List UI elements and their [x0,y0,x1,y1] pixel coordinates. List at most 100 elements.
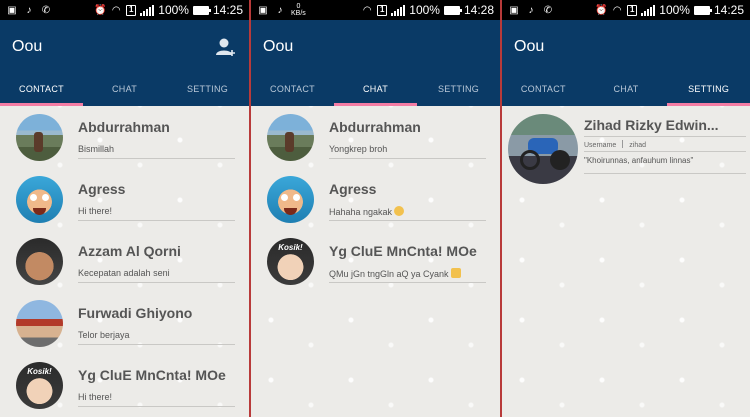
emoji-icon [450,268,461,278]
profile-username: Username zihad [584,140,646,149]
contact-name: Furwadi Ghiyono [78,305,193,321]
list-item[interactable]: Abdurrahman Bismillah [0,106,249,168]
signal-icon [140,4,155,16]
status-bar: ▣ ♪ 0 KB/s ◠ 1 100% 14:28 [251,0,500,20]
contact-status: Kecepatan adalah seni [78,268,170,278]
tab-contact[interactable]: CONTACT [251,72,334,106]
app-title: Oou [263,38,294,55]
app-title: Oou [12,38,43,55]
divider [329,158,486,159]
profile-avatar[interactable] [508,114,578,184]
music-note-icon: ♪ [26,4,32,16]
profile-bio[interactable]: "Khoirunnas, anfauhum linnas" [584,156,693,165]
divider [78,406,235,407]
wifi-icon: ◠ [111,4,121,16]
signal-icon [641,4,656,16]
music-note-icon: ♪ [277,4,283,16]
contact-list: Abdurrahman Bismillah Agress Hi there! A… [0,106,249,416]
app-title: Oou [514,38,545,55]
profile-name[interactable]: Zihad Rizky Edwin... [584,117,734,133]
divider [329,220,486,221]
screen-contact: ▣ ♪ ✆ ⏰ ◠ 1 100% 14:25 Oou CONTACT CHAT … [0,0,249,417]
battery-icon [443,5,462,15]
wifi-icon: ◠ [612,4,622,16]
tab-bar: CONTACT CHAT SETTING [0,72,249,106]
avatar: Kosik! [16,362,63,409]
app-bar: Oou CONTACT CHAT SETTING [0,20,249,106]
list-item[interactable]: Furwadi Ghiyono Telor berjaya [0,292,249,354]
app-bar: Oou CONTACT CHAT SETTING [502,20,750,106]
tab-setting[interactable]: SETTING [166,72,249,106]
screen-chat: ▣ ♪ 0 KB/s ◠ 1 100% 14:28 Oou CONTACT CHA… [251,0,500,417]
tab-bar: CONTACT CHAT SETTING [251,72,500,106]
username-value: zihad [629,142,647,149]
avatar-caption: Kosik! [27,367,52,376]
status-bar: ▣ ♪ ✆ ⏰ ◠ 1 100% 14:25 [0,0,249,20]
divider [78,158,235,159]
music-note-icon: ♪ [528,4,534,16]
sim-icon: 1 [126,4,137,16]
list-item[interactable]: Agress Hahaha ngakak [251,168,500,230]
tab-contact[interactable]: CONTACT [502,72,585,106]
clock: 14:25 [212,3,243,17]
wifi-icon: ◠ [362,4,372,16]
sim-icon: 1 [377,4,388,16]
chat-name: Yg CluE MnCnta! MOe [329,243,477,259]
chat-name: Agress [329,181,377,197]
tab-chat[interactable]: CHAT [334,72,417,106]
tab-chat[interactable]: CHAT [585,72,668,106]
battery-percent: 100% [659,3,690,17]
divider [584,173,746,174]
alarm-icon: ⏰ [595,4,608,16]
divider [78,344,235,345]
avatar [16,300,63,347]
contact-status: Telor berjaya [78,330,130,340]
list-item[interactable]: Azzam Al Qorni Kecepatan adalah seni [0,230,249,292]
avatar: Kosik! [267,238,314,285]
list-item[interactable]: Agress Hi there! [0,168,249,230]
whatsapp-icon: ✆ [543,4,553,16]
clock: 14:25 [713,3,744,17]
screen-setting: ▣ ♪ ✆ ⏰ ◠ 1 100% 14:25 Oou CONTACT CHAT … [502,0,750,417]
image-icon: ▣ [258,4,268,16]
contact-status: Bismillah [78,144,115,154]
signal-icon [391,4,406,16]
alarm-icon: ⏰ [94,4,107,16]
avatar [267,114,314,161]
contact-name: Agress [78,181,126,197]
battery-percent: 100% [409,3,440,17]
battery-icon [693,5,712,15]
list-item[interactable]: Kosik! Yg CluE MnCnta! MOe Hi there! [0,354,249,416]
tab-chat[interactable]: CHAT [83,72,166,106]
app-bar: Oou CONTACT CHAT SETTING [251,20,500,106]
contact-name: Yg CluE MnCnta! MOe [78,367,226,383]
list-item[interactable]: Abdurrahman Yongkrep broh [251,106,500,168]
image-icon: ▣ [7,4,17,16]
add-user-icon[interactable] [215,36,237,58]
divider [584,136,746,137]
contact-name: Azzam Al Qorni [78,243,181,259]
avatar [16,176,63,223]
clock: 14:28 [463,3,494,17]
network-speed: 0 KB/s [291,3,306,17]
avatar [267,176,314,223]
tab-setting[interactable]: SETTING [667,72,750,106]
tab-bar: CONTACT CHAT SETTING [502,72,750,106]
last-message: Hahaha ngakak [329,206,405,217]
avatar [16,114,63,161]
tab-setting[interactable]: SETTING [417,72,500,106]
avatar-caption: Kosik! [278,243,303,252]
divider [329,282,486,283]
sim-icon: 1 [627,4,638,16]
tab-contact[interactable]: CONTACT [0,72,83,106]
list-item[interactable]: Kosik! Yg CluE MnCnta! MOe QMu jGn tngGl… [251,230,500,292]
avatar [16,238,63,285]
image-icon: ▣ [509,4,519,16]
chat-name: Abdurrahman [329,119,421,135]
whatsapp-icon: ✆ [41,4,51,16]
separator [622,140,624,148]
laughing-emoji-icon [394,206,405,216]
last-message: Yongkrep broh [329,144,388,154]
profile-card: Zihad Rizky Edwin... Username zihad "Khoi… [502,106,750,196]
battery-icon [192,5,211,15]
